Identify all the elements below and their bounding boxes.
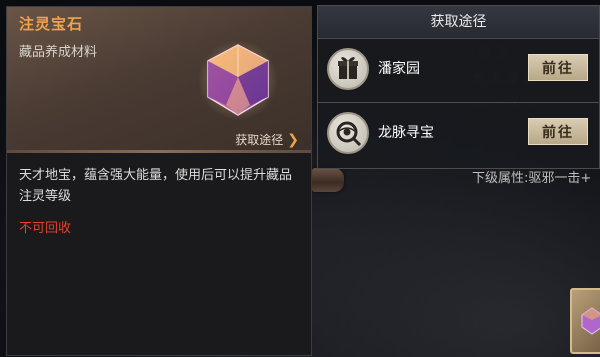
item-type: 藏品养成材料 bbox=[19, 45, 98, 60]
acquisition-panel-title: 获取途径 bbox=[318, 6, 599, 39]
item-name: 注灵宝石 bbox=[19, 15, 84, 33]
item-header: 注灵宝石 藏品养成材料 获取途径 ❯ bbox=[7, 7, 311, 153]
gem-icon bbox=[198, 40, 278, 120]
item-description: 天才地宝，蕴含强大能量，使用后可以提升藏品注灵等级 bbox=[19, 168, 293, 204]
chevron-right-icon: ❯ bbox=[287, 131, 299, 148]
collection-item-slot[interactable] bbox=[570, 288, 600, 354]
source-name: 龙脉寻宝 bbox=[378, 125, 434, 141]
source-row: 龙脉寻宝 前往 bbox=[318, 104, 599, 164]
next-attribute-text: 下级属性:驱邪一击+ bbox=[472, 171, 592, 186]
go-button[interactable]: 前往 bbox=[528, 118, 588, 145]
gift-box-icon bbox=[327, 48, 369, 90]
source-link-label: 获取途径 bbox=[235, 133, 284, 147]
compass-eye-icon bbox=[327, 112, 369, 154]
source-link[interactable]: 获取途径 ❯ bbox=[235, 131, 299, 148]
scroll-handle bbox=[312, 168, 344, 192]
item-warning: 不可回收 bbox=[19, 221, 72, 236]
source-name: 潘家园 bbox=[378, 61, 420, 77]
divider bbox=[318, 102, 599, 103]
go-button[interactable]: 前往 bbox=[528, 54, 588, 81]
source-row: 潘家园 前往 bbox=[318, 40, 599, 100]
item-detail-panel: 注灵宝石 藏品养成材料 获取途径 ❯ 天才地宝，蕴含强大能量，使用后可以提升藏品… bbox=[6, 6, 312, 356]
acquisition-panel: 获取途径 潘家园 前往 龙脉寻宝 前往 bbox=[317, 5, 600, 169]
gem-icon bbox=[581, 307, 600, 335]
